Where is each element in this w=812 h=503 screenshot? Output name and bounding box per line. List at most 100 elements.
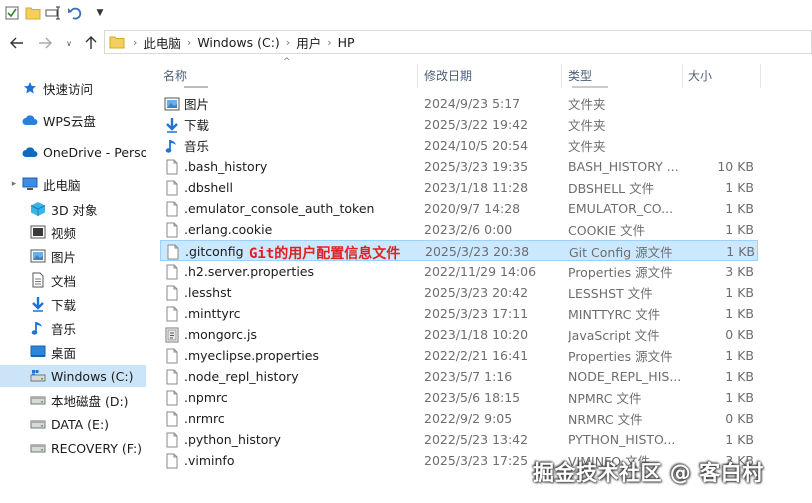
file-row[interactable]: .python_history 2022/5/23 13:42 PYTHON_HIS… <box>160 429 758 450</box>
sidebar-item[interactable]: 3D 对象 <box>0 198 146 220</box>
drive-icon <box>30 440 46 456</box>
star-icon <box>22 80 38 96</box>
breadcrumb-this-pc[interactable]: 此电脑 <box>143 33 181 52</box>
breadcrumb-hp[interactable]: HP <box>338 35 355 50</box>
file-size: 1 KB <box>725 432 754 447</box>
file-type: NODE_REPL_HIS... <box>568 369 680 384</box>
column-divider[interactable] <box>417 64 418 88</box>
file-type: Git Config 源文件 <box>569 245 673 260</box>
sidebar-item-label: RECOVERY (F:) <box>51 440 143 456</box>
file-icon <box>164 408 180 429</box>
file-size: 1 KB <box>725 180 754 195</box>
file-row[interactable]: .h2.server.properties 2022/11/29 14:06 Pro… <box>160 261 758 282</box>
file-type: 文件夹 <box>568 97 606 112</box>
file-icon <box>164 450 180 471</box>
column-divider[interactable] <box>760 64 761 88</box>
file-row[interactable]: .emulator_console_auth_token 2020/9/7 14:… <box>160 198 758 219</box>
file-row[interactable]: 图片 2024/9/23 5:17 文件夹 <box>160 93 758 114</box>
document-icon <box>30 272 46 288</box>
forward-arrow-icon[interactable] <box>36 34 54 52</box>
file-date: 2023/1/18 10:20 <box>424 327 529 342</box>
recent-locations-chevron-icon[interactable]: ∨ <box>60 34 78 52</box>
sidebar-item[interactable]: WPS云盘 <box>0 109 146 131</box>
sidebar-item[interactable]: 视频 <box>0 221 146 243</box>
file-date: 2025/3/23 17:11 <box>424 306 529 321</box>
sidebar-item[interactable]: 桌面 <box>0 341 146 363</box>
file-icon <box>164 219 180 240</box>
file-icon <box>164 366 180 387</box>
file-row[interactable]: .nrmrc 2022/9/2 9:05 NRMRC 文件 0 KB <box>160 408 758 429</box>
sidebar-item[interactable]: 图片 <box>0 245 146 267</box>
sidebar-item-label: 视频 <box>51 225 77 241</box>
file-row[interactable]: 音乐 2024/10/5 20:54 文件夹 <box>160 135 758 156</box>
file-type: JavaScript 文件 <box>568 328 660 343</box>
customize-toolbar-chevron-icon[interactable]: ▼ <box>92 5 108 21</box>
sidebar-item[interactable]: 本地磁盘 (D:) <box>0 389 146 411</box>
file-name: .emulator_console_auth_token <box>184 201 375 216</box>
file-name: .nrmrc <box>184 411 225 426</box>
file-date: 2024/10/5 20:54 <box>424 138 529 153</box>
file-size: 1 KB <box>725 222 754 237</box>
file-size: 1 KB <box>725 369 754 384</box>
column-header-type[interactable]: 类型 <box>568 64 678 86</box>
sidebar-item[interactable]: RECOVERY (F:) <box>0 437 146 459</box>
file-row[interactable]: .myeclipse.properties 2022/2/21 16:41 Prop… <box>160 345 758 366</box>
file-row[interactable]: .lesshst 2025/3/23 20:42 LESSHST 文件 1 KB <box>160 282 758 303</box>
column-divider[interactable] <box>561 64 562 88</box>
file-size: 0 KB <box>725 411 754 426</box>
file-type: LESSHST 文件 <box>568 286 653 301</box>
sidebar-item[interactable]: 文档 <box>0 269 146 291</box>
download-arrow-icon <box>164 114 180 135</box>
scrollbar[interactable] <box>806 62 812 503</box>
new-folder-icon[interactable] <box>25 5 41 21</box>
file-type: NPMRC 文件 <box>568 391 642 406</box>
up-arrow-icon[interactable] <box>82 34 100 52</box>
column-header-name[interactable]: 名称 <box>163 64 413 86</box>
file-row[interactable]: .node_repl_history 2023/5/7 1:16 NODE_REPL… <box>160 366 758 387</box>
sidebar-item[interactable]: DATA (E:) <box>0 413 146 435</box>
file-name: .node_repl_history <box>184 369 299 384</box>
column-header-date[interactable]: 修改日期 <box>424 64 559 86</box>
expand-chevron-icon[interactable]: ▸ <box>6 176 22 192</box>
file-date: 2022/2/21 16:41 <box>424 348 529 363</box>
file-row[interactable]: .erlang.cookie 2023/2/6 0:00 COOKIE 文件 1 KB <box>160 219 758 240</box>
download-arrow-icon <box>30 296 46 312</box>
file-date: 2023/5/6 18:15 <box>424 390 521 405</box>
drive-icon <box>30 416 46 432</box>
back-arrow-icon[interactable] <box>8 34 26 52</box>
computer-icon <box>22 176 38 192</box>
file-row[interactable]: 下载 2025/3/22 19:42 文件夹 <box>160 114 758 135</box>
clipped-row <box>164 86 758 90</box>
sidebar-item[interactable]: OneDrive - Perso <box>0 141 146 163</box>
sidebar-item-label: OneDrive - Perso <box>43 144 146 160</box>
file-size <box>680 93 754 114</box>
file-row[interactable]: .bash_history 2025/3/23 19:35 BASH_HISTORY… <box>160 156 758 177</box>
file-row[interactable]: .npmrc 2023/5/6 18:15 NPMRC 文件 1 KB <box>160 387 758 408</box>
column-divider[interactable] <box>682 64 683 88</box>
sidebar-item[interactable]: 下载 <box>0 293 146 315</box>
file-date: 2022/9/2 9:05 <box>424 411 513 426</box>
undo-icon[interactable] <box>67 5 83 21</box>
rename-icon[interactable] <box>45 5 61 21</box>
file-size: 1 KB <box>725 201 754 216</box>
javascript-file-icon <box>164 324 180 345</box>
column-header-size[interactable]: 大小 <box>688 64 758 86</box>
file-type: 文件夹 <box>568 139 606 154</box>
file-size: 0 KB <box>725 327 754 342</box>
file-icon <box>164 303 180 324</box>
file-row[interactable]: .dbshell 2023/1/18 11:28 DBSHELL 文件 1 KB <box>160 177 758 198</box>
file-date: 2023/5/7 1:16 <box>424 369 513 384</box>
breadcrumb-windows-c[interactable]: Windows (C:) <box>197 35 279 50</box>
properties-icon[interactable] <box>4 5 20 21</box>
file-row[interactable]: .mongorc.js 2023/1/18 10:20 JavaScript 文件 0… <box>160 324 758 345</box>
sidebar-item[interactable]: Windows (C:) <box>0 365 146 387</box>
sidebar-item[interactable]: ▸ 此电脑 <box>0 173 146 195</box>
sidebar-item[interactable]: 音乐 <box>0 317 146 339</box>
file-icon <box>164 345 180 366</box>
sidebar-item[interactable]: 快速访问 <box>0 77 146 99</box>
breadcrumb-users[interactable]: 用户 <box>296 33 321 52</box>
breadcrumb-separator: › <box>327 35 332 49</box>
address-bar[interactable]: › 此电脑 › Windows (C:) › 用户 › HP <box>104 30 812 54</box>
file-row[interactable]: .minttyrc 2025/3/23 17:11 MINTTYRC 文件 1 KB <box>160 303 758 324</box>
windows-drive-icon <box>30 368 46 384</box>
